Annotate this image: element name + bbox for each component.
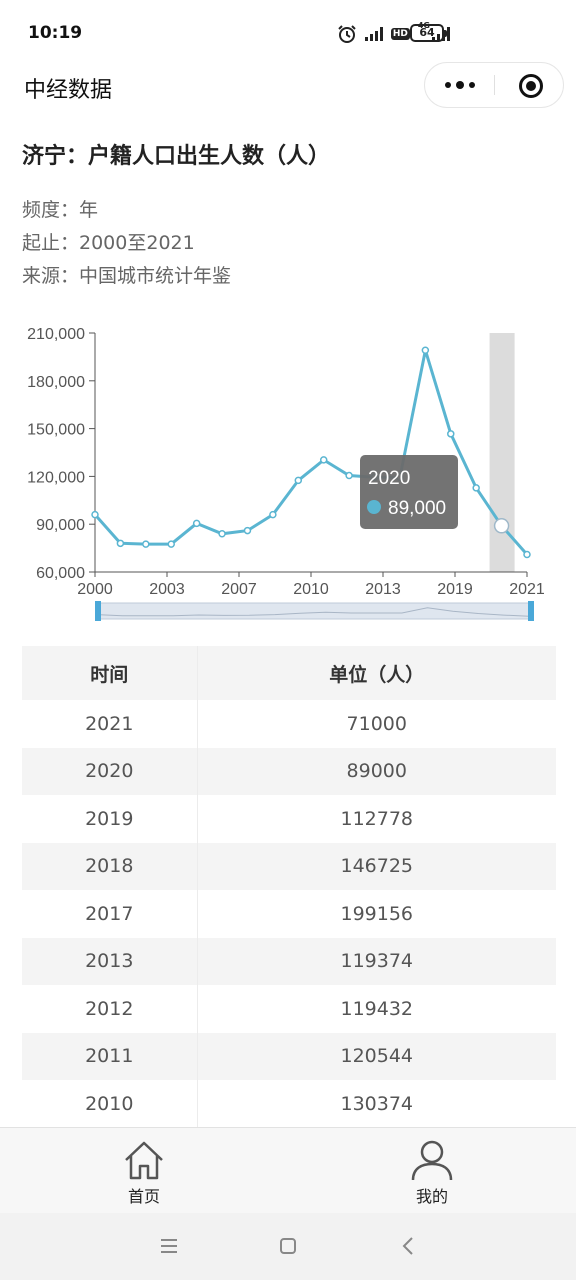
data-point xyxy=(243,526,252,535)
table-cell-year: 2010 xyxy=(22,1080,198,1128)
table-cell-year: 2013 xyxy=(22,937,198,985)
tooltip-dot xyxy=(367,500,381,514)
table-cell-value: 71000 xyxy=(197,700,556,748)
menu-icon[interactable] xyxy=(154,1231,184,1261)
table-cell-year: 2017 xyxy=(22,890,198,938)
table-cell-year: 2018 xyxy=(22,842,198,890)
data-point xyxy=(269,510,277,519)
data-point xyxy=(192,519,201,528)
table-cell-year: 2011 xyxy=(22,1032,198,1080)
tab-mine[interactable]: 我的 xyxy=(362,1128,502,1214)
nav-bar: 中经数据 xyxy=(0,62,576,110)
data-point xyxy=(116,539,125,548)
table-header-time: 时间 xyxy=(22,646,198,700)
y-tick-label: 90,000 xyxy=(36,517,85,534)
data-point xyxy=(167,540,175,548)
data-point xyxy=(91,510,99,519)
data-table: 时间 单位（人） 2021 71000 2020 89000 2019 112778 … xyxy=(22,646,556,1128)
data-point xyxy=(345,471,353,480)
table-row: 2013 119374 xyxy=(22,937,556,985)
y-tick-label: 120,000 xyxy=(27,469,85,486)
status-bar: 10:19 HD 4G 64 xyxy=(0,0,576,68)
table-cell-year: 2021 xyxy=(22,700,198,748)
data-point xyxy=(493,518,510,534)
table-row: 2011 120544 xyxy=(22,1032,556,1080)
table-row: 2012 119432 xyxy=(22,985,556,1033)
table-header-row: 时间 单位（人） xyxy=(22,646,556,700)
battery-level: 64 xyxy=(419,26,435,39)
line-chart[interactable]: 210,000 180,000 150,000 120,000 90,000 60,000… xyxy=(0,318,576,628)
back-icon[interactable] xyxy=(394,1231,424,1261)
more-icon[interactable] xyxy=(425,63,494,107)
home-square-icon[interactable] xyxy=(273,1231,303,1261)
table-cell-value: 120544 xyxy=(197,1032,556,1080)
table-cell-value: 119432 xyxy=(197,985,556,1033)
table-row: 2019 112778 xyxy=(22,795,556,843)
y-tick-label: 150,000 xyxy=(27,422,85,439)
x-tick-label: 2013 xyxy=(365,581,401,598)
home-icon xyxy=(125,1141,163,1180)
table-row: 2020 89000 xyxy=(22,747,556,795)
table-cell-year: 2020 xyxy=(22,747,198,795)
table-cell-year: 2012 xyxy=(22,985,198,1033)
data-point xyxy=(421,346,430,355)
x-tick-label: 2010 xyxy=(293,581,329,598)
capsule-divider xyxy=(494,75,495,95)
table-header-value: 单位（人） xyxy=(197,646,556,700)
y-tick-label: 180,000 xyxy=(27,374,85,391)
tab-home-label: 首页 xyxy=(127,1187,160,1206)
series-line xyxy=(93,349,529,556)
close-miniprogram-icon[interactable] xyxy=(519,74,543,98)
zoom-slider xyxy=(96,602,532,620)
y-tick-label: 60,000 xyxy=(36,565,85,582)
x-tick-label: 2003 xyxy=(149,581,185,598)
table-cell-year: 2019 xyxy=(22,795,198,843)
table-cell-value: 119374 xyxy=(197,937,556,985)
data-point xyxy=(142,540,150,548)
x-tick-label: 2007 xyxy=(221,581,257,598)
app-title: 中经数据 xyxy=(24,78,113,103)
alarm-icon xyxy=(338,25,356,43)
zoom-handle-right[interactable] xyxy=(528,601,534,621)
signal-icon xyxy=(364,27,383,41)
data-point xyxy=(447,430,455,438)
table-row: 2021 71000 xyxy=(22,700,556,748)
range-label: 起止：2000至2021 xyxy=(22,232,195,254)
status-time: 10:19 xyxy=(28,23,83,43)
table-cell-value: 146725 xyxy=(197,842,556,890)
table-cell-value: 199156 xyxy=(197,890,556,938)
x-tick-label: 2000 xyxy=(77,581,113,598)
hd-icon: HD xyxy=(390,28,410,40)
table-cell-value: 112778 xyxy=(197,795,556,843)
battery-icon: 64 xyxy=(410,24,447,42)
table-row: 2010 130374 xyxy=(22,1080,556,1128)
table-cell-value: 130374 xyxy=(197,1080,556,1128)
page-title: 济宁：户籍人口出生人数（人） xyxy=(22,144,331,169)
table-row: 2018 146725 xyxy=(22,842,556,890)
user-icon xyxy=(411,1140,453,1181)
system-nav-bar xyxy=(0,1213,576,1280)
data-point xyxy=(472,484,480,492)
data-point xyxy=(294,476,303,485)
capsule-menu xyxy=(424,62,564,108)
tab-mine-label: 我的 xyxy=(415,1187,448,1206)
x-tick-label: 2019 xyxy=(437,581,473,598)
table-row: 2017 199156 xyxy=(22,890,556,938)
data-point xyxy=(319,456,328,464)
tooltip-year: 2020 xyxy=(368,468,410,489)
frequency-label: 频度：年 xyxy=(22,199,99,221)
x-tick-label: 2021 xyxy=(509,581,545,598)
tooltip-value: 89,000 xyxy=(388,498,446,519)
tab-home[interactable]: 首页 xyxy=(74,1128,214,1214)
table-cell-value: 89000 xyxy=(197,747,556,795)
y-tick-label: 210,000 xyxy=(27,326,85,343)
zoom-handle-left[interactable] xyxy=(95,601,101,621)
data-point xyxy=(523,550,531,559)
tab-bar: 首页 我的 xyxy=(0,1127,576,1213)
source-label: 来源：中国城市统计年鉴 xyxy=(22,265,232,287)
data-point xyxy=(218,530,226,538)
